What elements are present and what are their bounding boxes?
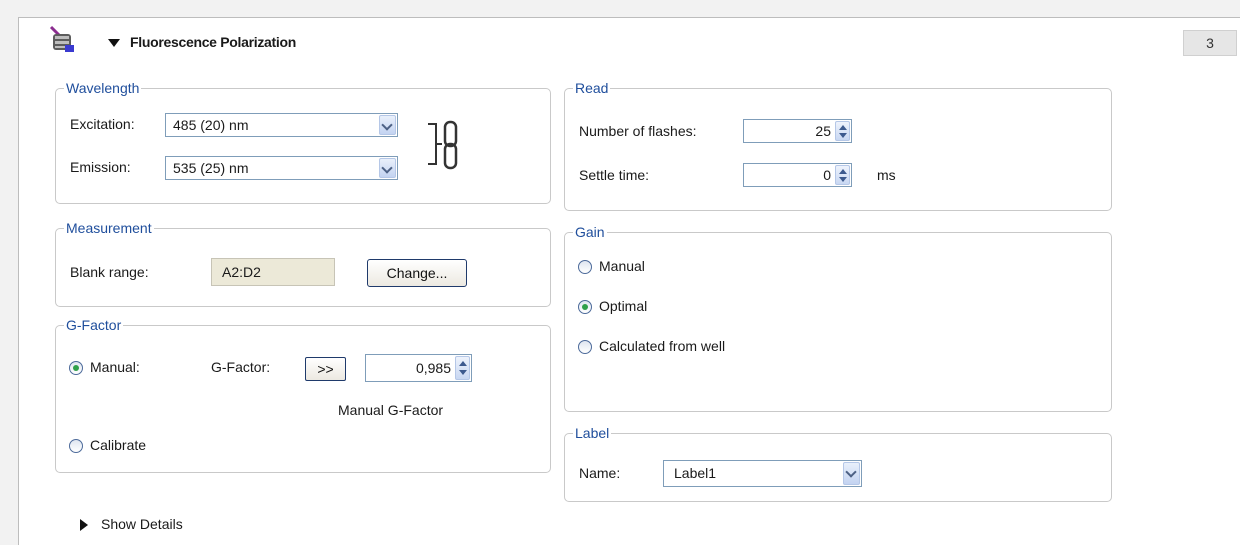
gfactor-transfer-button[interactable]: >> — [305, 357, 346, 381]
chevron-down-icon[interactable] — [379, 158, 396, 178]
blank-range-value: A2:D2 — [222, 264, 261, 280]
gfactor-caption: Manual G-Factor — [338, 402, 444, 418]
label-name-value: Label1 — [674, 465, 717, 481]
gain-manual-label: Manual — [599, 258, 645, 274]
gfactor-stepper[interactable]: 0,985 — [365, 354, 472, 382]
settle-label: Settle time: — [579, 167, 650, 183]
name-label: Name: — [579, 465, 621, 481]
measurement-group: Measurement Blank range: A2:D2 Change... — [55, 220, 551, 307]
read-legend: Read — [575, 80, 609, 96]
blank-range-field: A2:D2 — [211, 258, 335, 286]
step-header: Fluorescence Polarization 3 — [19, 18, 1240, 64]
gfactor-manual-radio[interactable] — [69, 361, 83, 375]
gain-calculated-radio[interactable] — [578, 340, 592, 354]
excitation-label: Excitation: — [70, 116, 135, 132]
wavelength-group: Wavelength Excitation: 485 (20) nm Emiss… — [55, 80, 551, 204]
gfactor-manual-label: Manual: — [90, 359, 140, 375]
blank-range-label: Blank range: — [70, 264, 149, 280]
step-number: 3 — [1183, 30, 1237, 56]
gain-optimal-label: Optimal — [599, 298, 648, 314]
gain-group: Gain Manual Optimal Calculated from well — [564, 224, 1112, 412]
gfactor-group: G-Factor Manual: G-Factor: >> 0,985 Manu… — [55, 317, 551, 473]
gain-legend: Gain — [575, 224, 605, 240]
emission-label: Emission: — [70, 159, 131, 175]
wavelength-legend: Wavelength — [66, 80, 140, 96]
emission-dropdown[interactable]: 535 (25) nm — [165, 156, 398, 180]
gfactor-value: 0,985 — [415, 360, 451, 376]
measurement-legend: Measurement — [66, 220, 152, 236]
flashes-value: 25 — [815, 123, 831, 139]
gain-manual-radio[interactable] — [578, 260, 592, 274]
expand-arrow-icon[interactable] — [80, 519, 88, 531]
chevron-down-icon[interactable] — [379, 115, 396, 135]
change-button[interactable]: Change... — [367, 259, 467, 287]
settle-stepper[interactable]: 0 — [743, 163, 852, 187]
label-legend: Label — [575, 425, 610, 441]
stepper-arrows-icon[interactable] — [835, 121, 850, 141]
read-group: Read Number of flashes: 25 Settle time: … — [564, 80, 1112, 211]
label-name-dropdown[interactable]: Label1 — [663, 460, 862, 487]
label-group: Label Name: Label1 — [564, 425, 1112, 502]
chain-link-icon[interactable] — [426, 118, 464, 174]
excitation-value: 485 (20) nm — [173, 117, 249, 133]
show-details-link[interactable]: Show Details — [101, 516, 183, 532]
gfactor-legend: G-Factor — [66, 317, 122, 333]
chevron-down-icon[interactable] — [843, 462, 860, 485]
gain-calculated-label: Calculated from well — [599, 338, 726, 354]
calibrate-radio[interactable] — [69, 439, 83, 453]
settle-value: 0 — [823, 167, 831, 183]
emission-value: 535 (25) nm — [173, 160, 249, 176]
flashes-stepper[interactable]: 25 — [743, 119, 852, 143]
step-title: Fluorescence Polarization — [130, 34, 296, 50]
plate-reader-icon — [49, 25, 74, 52]
calibrate-label: Calibrate — [90, 437, 147, 453]
gain-optimal-radio[interactable] — [578, 300, 592, 314]
step-panel: Fluorescence Polarization 3 Wavelength E… — [18, 17, 1240, 545]
excitation-dropdown[interactable]: 485 (20) nm — [165, 113, 398, 137]
stepper-arrows-icon[interactable] — [455, 356, 470, 380]
gfactor-label: G-Factor: — [211, 359, 271, 375]
flashes-label: Number of flashes: — [579, 123, 697, 139]
collapse-arrow-icon[interactable] — [108, 39, 120, 47]
stepper-arrows-icon[interactable] — [835, 165, 850, 185]
settle-unit: ms — [877, 167, 896, 183]
